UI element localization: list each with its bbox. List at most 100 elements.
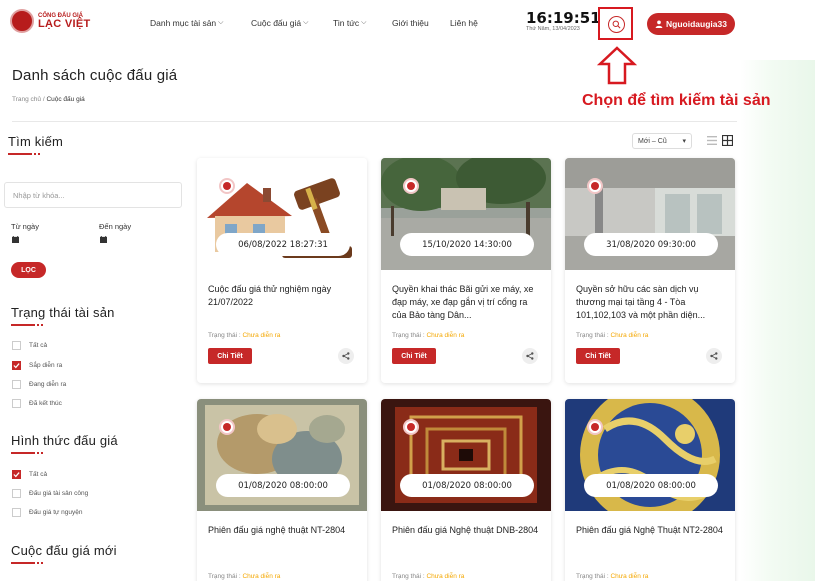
share-icon [526, 352, 534, 360]
form-option-all[interactable]: Tất cả [12, 470, 47, 479]
card-title[interactable]: Cuộc đấu giá thử nghiệm ngày 21/07/2022 [208, 283, 360, 309]
search-panel: Tìm kiếm [8, 134, 183, 155]
sort-select[interactable]: Mới – Cũ ▾ [632, 133, 692, 149]
card-title[interactable]: Quyền khai thác Bãi gửi xe máy, xe đạp m… [392, 283, 544, 322]
card-image[interactable]: 01/08/2020 08:00:00 [565, 399, 735, 511]
card-image[interactable]: 31/08/2020 09:30:00 [565, 158, 735, 270]
user-name: Nguoidaugia33 [666, 19, 727, 29]
status-option-upcoming[interactable]: Sắp diễn ra [12, 361, 62, 370]
nav-auctions[interactable]: Cuộc đấu giá ⌵ [251, 18, 308, 28]
chevron-down-icon: ▾ [682, 138, 686, 145]
breadcrumb-current: Cuộc đấu giá [46, 96, 85, 103]
form-filter-panel: Hình thức đấu giá [8, 433, 183, 454]
keyword-search-input[interactable]: Nhập từ khóa... [4, 182, 182, 208]
card-image[interactable]: 01/08/2020 08:00:00 [197, 399, 367, 511]
title-underline [11, 562, 183, 564]
checkbox-checked[interactable] [12, 470, 21, 479]
status-label: Trạng thái : [208, 332, 243, 339]
status-label: Trạng thái : [392, 573, 427, 580]
chevron-down-icon: ⌵ [361, 19, 367, 26]
background-decoration [740, 60, 815, 581]
card-status: Trạng thái : Chưa diễn ra [392, 332, 464, 339]
option-label: Tất cả [29, 471, 48, 478]
nav-news[interactable]: Tin tức ⌵ [333, 18, 366, 28]
site-logo[interactable]: CỔNG ĐẤU GIÁ LẠC VIỆT [10, 9, 91, 33]
grid-view-icon[interactable] [722, 135, 733, 146]
top-navbar: CỔNG ĐẤU GIÁ LẠC VIỆT Danh mục tài sản ⌵… [0, 0, 815, 50]
status-option-ongoing[interactable]: Đang diễn ra [12, 380, 66, 389]
auction-card[interactable]: 01/08/2020 08:00:00 Phiên đấu giá Nghệ T… [565, 399, 735, 581]
page-title: Danh sách cuộc đấu giá [12, 67, 178, 84]
auction-card[interactable]: 01/08/2020 08:00:00 Phiên đấu giá nghệ t… [197, 399, 367, 581]
status-option-all[interactable]: Tất cả [12, 341, 47, 350]
check-icon [13, 363, 20, 369]
card-image[interactable]: 01/08/2020 08:00:00 [381, 399, 551, 511]
card-status: Trạng thái : Chưa diễn ra [208, 332, 280, 339]
annotation-text: Chọn để tìm kiếm tài sản [582, 92, 771, 109]
nav-label: Danh mục tài sản [150, 18, 217, 28]
auction-date: 01/08/2020 08:00:00 [400, 474, 534, 497]
auction-card[interactable]: 01/08/2020 08:00:00 Phiên đấu giá Nghệ t… [381, 399, 551, 581]
divider [12, 121, 737, 122]
checkbox[interactable] [12, 380, 21, 389]
detail-button[interactable]: Chi Tiết [576, 348, 620, 364]
chevron-down-icon: ⌵ [218, 19, 224, 26]
nav-asset-catalog[interactable]: Danh mục tài sản ⌵ [150, 18, 223, 28]
list-view-icon[interactable] [707, 136, 717, 145]
form-option-voluntary[interactable]: Đấu giá tự nguyện [12, 508, 83, 517]
checkbox[interactable] [12, 489, 21, 498]
calendar-icon[interactable] [12, 236, 19, 243]
search-title: Tìm kiếm [8, 134, 64, 149]
auction-seal-icon [587, 419, 603, 435]
option-label: Đấu giá tài sản công [29, 490, 89, 497]
checkbox[interactable] [12, 508, 21, 517]
card-title[interactable]: Phiên đấu giá Nghệ thuật DNB-2804 [392, 524, 544, 537]
status-label: Trạng thái : [208, 573, 243, 580]
card-title[interactable]: Phiên đấu giá Nghệ Thuật NT2-2804 [576, 524, 728, 537]
option-label: Sắp diễn ra [29, 362, 63, 369]
chevron-down-icon: ⌵ [303, 19, 309, 26]
new-auctions-title: Cuộc đấu giá mới [11, 543, 117, 558]
checkbox-checked[interactable] [12, 361, 21, 370]
detail-button[interactable]: Chi Tiết [208, 348, 252, 364]
checkbox[interactable] [12, 399, 21, 408]
status-option-ended[interactable]: Đã kết thúc [12, 399, 62, 408]
card-image[interactable]: 06/08/2022 18:27:31 [197, 158, 367, 270]
logo-seal-icon [10, 9, 34, 33]
option-label: Đấu giá tự nguyện [29, 509, 83, 516]
nav-contact[interactable]: Liên hệ [450, 18, 478, 28]
nav-about[interactable]: Giới thiệu [392, 18, 429, 28]
card-title[interactable]: Phiên đấu giá nghệ thuật NT-2804 [208, 524, 360, 537]
auction-seal-icon [403, 419, 419, 435]
auction-card[interactable]: 15/10/2020 14:30:00 Quyền khai thác Bãi … [381, 158, 551, 383]
auction-seal-icon [219, 419, 235, 435]
clock-time: 16:19:51 [526, 9, 601, 27]
card-image[interactable]: 15/10/2020 14:30:00 [381, 158, 551, 270]
option-label: Tất cả [29, 342, 48, 349]
auction-card[interactable]: 31/08/2020 09:30:00 Quyền sở hữu các sàn… [565, 158, 735, 383]
auction-date: 01/08/2020 08:00:00 [584, 474, 718, 497]
search-button[interactable] [608, 16, 625, 33]
breadcrumb-home[interactable]: Trang chủ [12, 96, 41, 103]
form-filter-title: Hình thức đấu giá [11, 433, 118, 448]
share-button[interactable] [706, 348, 722, 364]
to-date-label: Đến ngày [99, 222, 132, 231]
checkbox[interactable] [12, 341, 21, 350]
calendar-icon[interactable] [100, 236, 107, 243]
share-icon [710, 352, 718, 360]
title-underline [8, 153, 183, 155]
share-button[interactable] [522, 348, 538, 364]
option-label: Đã kết thúc [29, 400, 62, 407]
auction-card[interactable]: 06/08/2022 18:27:31 Cuộc đấu giá thử ngh… [197, 158, 367, 383]
user-account-button[interactable]: Nguoidaugia33 [647, 13, 735, 35]
filter-button[interactable]: LỌC [11, 262, 46, 278]
status-value: Chưa diễn ra [426, 573, 465, 580]
share-button[interactable] [338, 348, 354, 364]
form-option-public[interactable]: Đấu giá tài sản công [12, 489, 88, 498]
auction-seal-icon [219, 178, 235, 194]
status-filter-panel: Trạng thái tài sản [8, 305, 183, 326]
card-title[interactable]: Quyền sở hữu các sàn dịch vụ thương mại … [576, 283, 728, 322]
card-status: Trạng thái : Chưa diễn ra [576, 573, 648, 580]
search-icon [612, 20, 621, 29]
detail-button[interactable]: Chi Tiết [392, 348, 436, 364]
